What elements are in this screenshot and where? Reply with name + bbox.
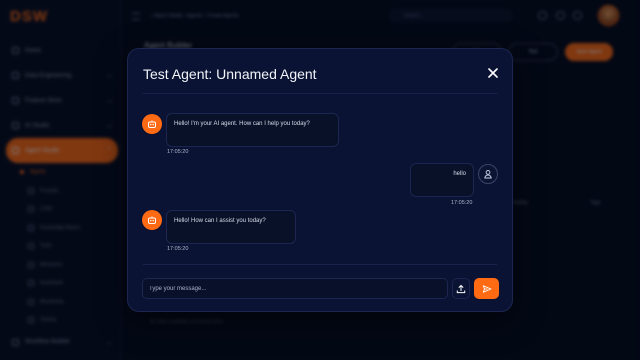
message-timestamp: 17:05:20 (451, 200, 473, 206)
send-icon (482, 284, 491, 293)
person-icon (484, 170, 492, 179)
user-message-bubble: hello (410, 163, 474, 197)
composer-divider (143, 264, 497, 265)
message-timestamp: 17:05:20 (167, 149, 189, 155)
close-icon (488, 68, 498, 78)
upload-icon (456, 284, 466, 293)
agent-message-bubble: Hello! I'm your AI agent. How can I help… (166, 113, 339, 147)
message-timestamp: 17:05:20 (167, 246, 189, 252)
upload-button[interactable] (452, 278, 470, 299)
modal-title: Test Agent: Unnamed Agent (143, 66, 317, 82)
test-agent-modal: Test Agent: Unnamed Agent Hello! I'm you… (127, 48, 513, 312)
bot-avatar (142, 114, 162, 134)
send-button[interactable] (474, 278, 499, 299)
robot-icon (148, 216, 156, 224)
close-button[interactable] (484, 64, 502, 82)
robot-icon (148, 120, 156, 128)
header-divider (143, 93, 497, 94)
message-input[interactable] (142, 278, 448, 299)
user-message-avatar (478, 164, 498, 184)
agent-message-bubble: Hello! How can I assist you today? (166, 210, 296, 244)
bot-avatar (142, 210, 162, 230)
